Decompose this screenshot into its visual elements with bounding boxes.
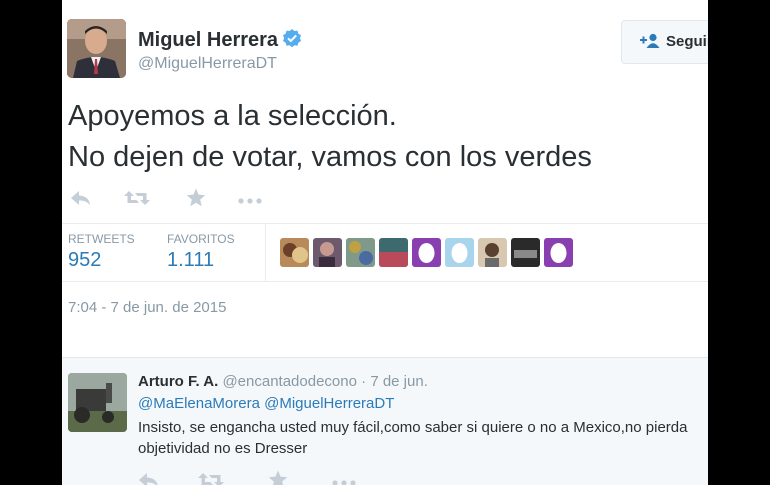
more-icon[interactable] bbox=[238, 191, 278, 209]
reply-mentions[interactable]: @MaElenaMorera @MiguelHerreraDT bbox=[138, 395, 394, 412]
favorite-star-icon[interactable] bbox=[268, 470, 332, 485]
tweet-page: Miguel Herrera @MiguelHerreraDT Seguir A… bbox=[62, 0, 708, 485]
favoriter-avatar[interactable] bbox=[280, 238, 309, 267]
favoriter-avatar[interactable] bbox=[379, 238, 408, 267]
tweet-text: Apoyemos a la selección. No dejen de vot… bbox=[68, 96, 592, 178]
retweets-label: RETWEETS bbox=[68, 232, 135, 246]
reply-icon[interactable] bbox=[70, 190, 124, 211]
author-display-name[interactable]: Miguel Herrera bbox=[138, 29, 278, 51]
reply-author-name[interactable]: Arturo F. A. bbox=[138, 373, 218, 390]
favoriter-avatar[interactable] bbox=[478, 238, 507, 267]
author-avatar[interactable] bbox=[67, 19, 126, 78]
favorites-stat[interactable]: FAVORITOS 1.111 bbox=[167, 232, 235, 272]
reply-header: Arturo F. A. @encantadodecono · 7 de jun… bbox=[138, 373, 428, 390]
reply-date[interactable]: 7 de jun. bbox=[370, 373, 428, 390]
reply-author-handle[interactable]: @encantadodecono bbox=[222, 373, 357, 390]
author-handle[interactable]: @MiguelHerreraDT bbox=[138, 55, 277, 73]
divider-top bbox=[62, 223, 708, 224]
favoriter-avatar[interactable] bbox=[511, 238, 540, 267]
reply-separator: · bbox=[356, 373, 371, 390]
retweets-stat[interactable]: RETWEETS 952 bbox=[68, 232, 135, 272]
favoriter-avatar[interactable] bbox=[544, 238, 573, 267]
reply-section: Arturo F. A. @encantadodecono · 7 de jun… bbox=[62, 357, 708, 485]
verified-badge-icon bbox=[282, 28, 302, 54]
tweet-text-line-1: Apoyemos a la selección. bbox=[68, 100, 397, 132]
author-name-line[interactable]: Miguel Herrera bbox=[138, 28, 302, 54]
favoriter-avatar[interactable] bbox=[445, 238, 474, 267]
tweet-text-line-2: No dejen de votar, vamos con los verdes bbox=[68, 141, 592, 173]
follow-button[interactable]: Seguir bbox=[621, 20, 708, 64]
add-user-icon bbox=[640, 33, 666, 50]
reply-actions bbox=[138, 470, 372, 485]
more-icon[interactable] bbox=[332, 473, 372, 485]
favorites-label: FAVORITOS bbox=[167, 232, 235, 246]
reply-icon[interactable] bbox=[138, 472, 198, 485]
retweet-icon[interactable] bbox=[198, 472, 268, 485]
retweets-count: 952 bbox=[68, 249, 102, 271]
retweet-icon[interactable] bbox=[124, 190, 186, 211]
tweet-actions bbox=[70, 188, 278, 212]
favorites-count: 1.111 bbox=[167, 249, 215, 271]
favoriter-avatar[interactable] bbox=[412, 238, 441, 267]
divider-bottom bbox=[62, 281, 708, 282]
favoriter-avatar[interactable] bbox=[346, 238, 375, 267]
reply-text: Insisto, se engancha usted muy fácil,com… bbox=[138, 419, 688, 457]
favoriter-avatars bbox=[280, 238, 573, 267]
stats-divider bbox=[265, 224, 266, 281]
follow-button-label: Seguir bbox=[666, 33, 708, 50]
favoriter-avatar[interactable] bbox=[313, 238, 342, 267]
favorite-star-icon[interactable] bbox=[186, 188, 238, 212]
tweet-timestamp[interactable]: 7:04 - 7 de jun. de 2015 bbox=[68, 299, 226, 316]
reply-author-avatar[interactable] bbox=[68, 373, 127, 432]
